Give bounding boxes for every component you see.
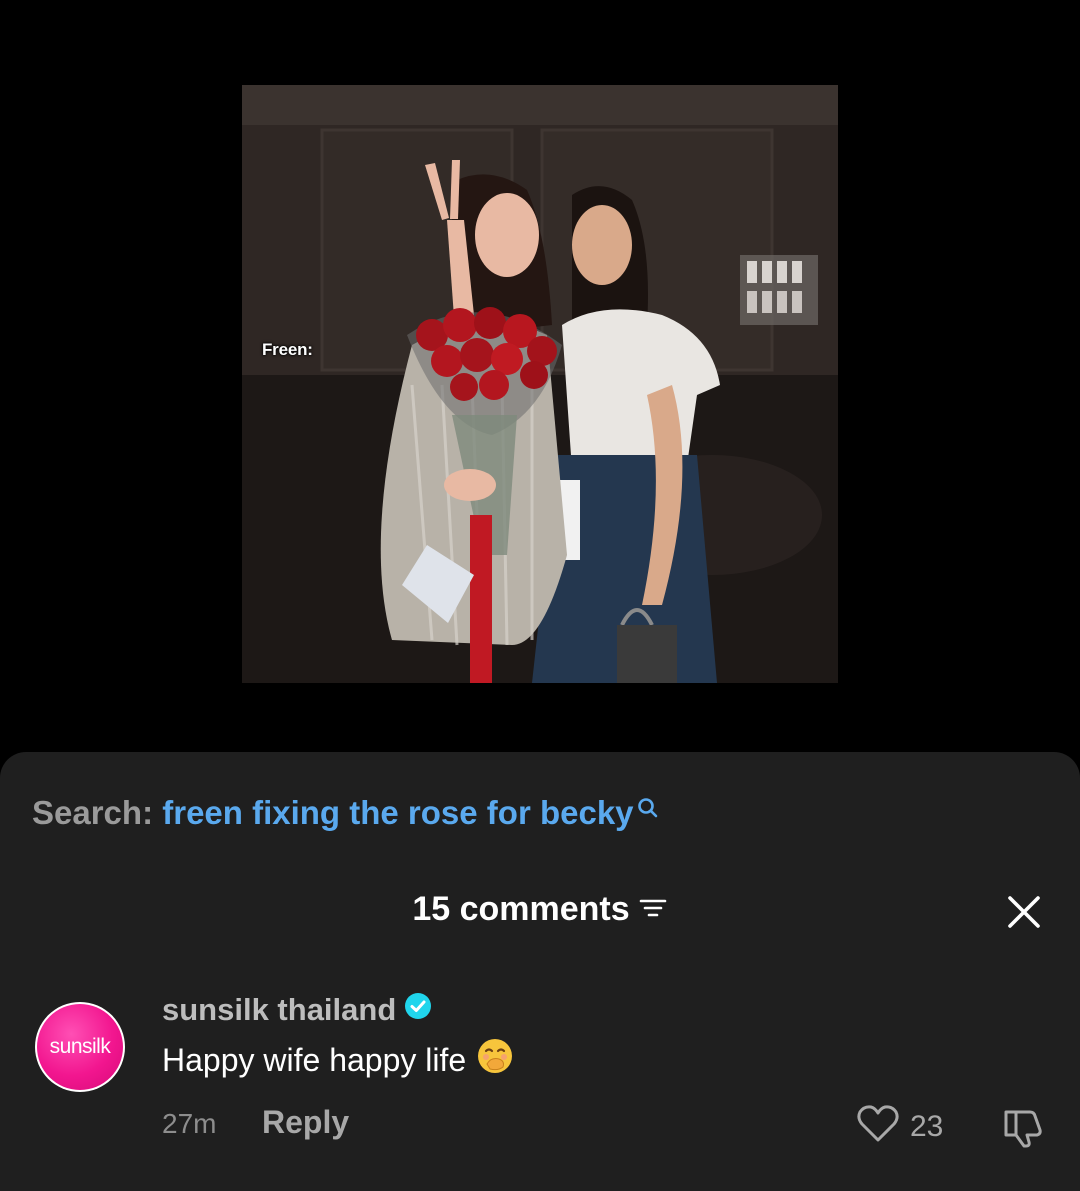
comment-username[interactable]: sunsilk thailand <box>162 992 432 1028</box>
comments-sheet: Search: freen fixing the rose for becky … <box>0 752 1080 1191</box>
search-icon <box>636 790 660 828</box>
comments-header: 15 comments <box>0 890 1080 929</box>
filter-icon[interactable] <box>638 890 668 929</box>
video-photo <box>242 85 838 683</box>
comments-count-title: 15 comments <box>412 890 630 928</box>
username-text[interactable]: sunsilk thailand <box>162 992 396 1027</box>
video-player[interactable]: Freen: <box>0 0 1080 760</box>
thumbs-down-icon[interactable] <box>1002 1106 1046 1153</box>
comment-text: Happy wife happy life <box>162 1038 514 1083</box>
like-button[interactable]: 23 <box>856 1104 943 1149</box>
search-suggestion[interactable]: Search: freen fixing the rose for becky <box>32 794 660 832</box>
like-count: 23 <box>910 1109 944 1143</box>
photo-illustration <box>242 85 838 683</box>
avatar-logo: sunsilk <box>37 1004 123 1090</box>
reply-button[interactable]: Reply <box>262 1104 349 1141</box>
heart-icon[interactable] <box>856 1104 900 1149</box>
photo-caption-text: Freen: <box>262 340 313 359</box>
verified-badge-icon <box>404 992 432 1028</box>
search-query-link[interactable]: freen fixing the rose for becky <box>162 794 633 831</box>
search-prefix: Search: <box>32 794 163 831</box>
comment-timestamp: 27m <box>162 1108 217 1139</box>
face-with-hand-over-mouth-icon <box>476 1037 514 1083</box>
close-icon[interactable] <box>1006 894 1042 930</box>
avatar[interactable]: sunsilk <box>35 1002 125 1092</box>
comment-body: Happy wife happy life <box>162 1042 467 1078</box>
